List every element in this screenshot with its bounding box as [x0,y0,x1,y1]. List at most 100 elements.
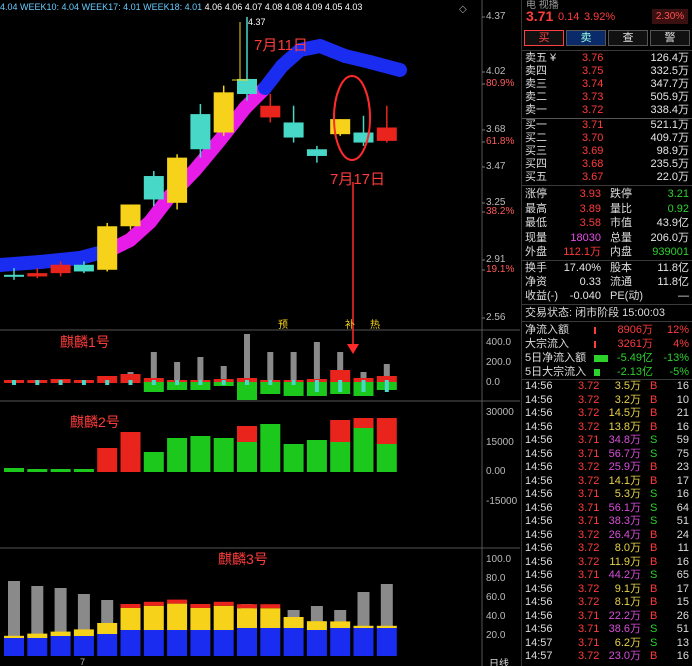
tick-row[interactable]: 14:56 3.72 3.2万 B 10 [522,394,692,407]
ask-row[interactable]: 卖二 3.73 505.9万 [522,91,692,104]
panel3-blue-bar [27,638,48,656]
tick-row[interactable]: 14:56 3.72 9.1万 B 17 [522,583,692,596]
bid-row[interactable]: 买一 3.71 521.1万 [522,119,692,132]
tick-row[interactable]: 14:56 3.71 56.7万 S 75 [522,448,692,461]
panel2-green-bar [27,469,48,472]
tick-volume: 25.9万 [608,461,641,473]
settings-icon[interactable]: ◇ [459,4,467,15]
panel2-axis-label: 0.00 [486,466,506,477]
tick-count: 16 [676,650,689,662]
flow-row: 5日大宗流入 -2.13亿 -5% [522,365,692,380]
tick-count: 65 [676,569,689,581]
panel3-blue-bar [306,630,327,656]
tick-volume: 13.8万 [608,420,641,433]
tick-volume: 38.6万 [608,623,641,635]
bid-row[interactable]: 买二 3.70 409.7万 [522,132,692,145]
tick-row[interactable]: 14:56 3.72 14.1万 B 17 [522,475,692,488]
ask-price: 3.74 [582,78,604,90]
tick-price: 3.72 [578,407,600,419]
panel3-blue-bar [190,630,211,656]
tick-side: S [650,636,658,649]
stat-label: 收益(-) [525,290,558,302]
ask-volume: 347.7万 [650,78,689,90]
panel2-red-bar [237,426,257,442]
tick-row[interactable]: 14:56 3.71 38.3万 S 51 [522,515,692,528]
ask-label: 卖四 [525,65,547,77]
tick-count: 23 [676,461,689,473]
tick-time: 14:56 [525,542,553,554]
ma-legend-item: WEEK10: 4.04 [20,2,82,12]
stats-row: 外盘 112.1万 内盘 939001 [522,245,692,260]
tick-row[interactable]: 14:56 3.72 13.8万 B 16 [522,421,692,434]
tick-volume: 44.2万 [608,569,641,581]
tick-row[interactable]: 14:56 3.71 5.3万 S 16 [522,488,692,501]
tick-row[interactable]: 14:56 3.72 8.1万 B 15 [522,596,692,609]
tick-row[interactable]: 14:56 3.72 26.4万 B 24 [522,529,692,542]
tick-row[interactable]: 14:57 3.72 23.0万 B 16 [522,650,692,663]
bid-price: 3.67 [582,171,604,183]
tick-count: 64 [676,501,689,514]
flow-label: 5日净流入额 [525,352,587,364]
tick-row[interactable]: 14:56 3.71 56.1万 S 64 [522,502,692,515]
tick-row[interactable]: 14:56 3.71 44.2万 S 65 [522,569,692,582]
marker-pre[interactable]: 预 [278,316,288,331]
bid-row[interactable]: 买三 3.69 98.9万 [522,145,692,158]
tick-row[interactable]: 14:56 3.71 38.6万 S 51 [522,623,692,636]
tick-time: 14:56 [525,501,553,514]
period-label[interactable]: 日线 [489,655,509,666]
panel1-cyan-mark [128,380,133,385]
query-button[interactable]: 查 [608,30,648,46]
panel3-red-cap [260,604,281,609]
marker-hot[interactable]: 热 [370,316,380,331]
sell-button[interactable]: 卖 [566,30,606,46]
tick-price: 3.71 [578,501,600,514]
tick-volume: 23.0万 [608,650,641,662]
tick-row[interactable]: 14:56 3.72 8.0万 B 11 [522,542,692,555]
tick-side: B [650,474,658,487]
tick-row[interactable]: 14:56 3.72 25.9万 B 23 [522,461,692,474]
tick-row[interactable]: 14:57 3.71 6.2万 S 13 [522,637,692,650]
tick-row[interactable]: 14:56 3.72 11.9万 B 16 [522,556,692,569]
tick-side: S [650,515,658,527]
panel1-cyan-mark [221,380,226,385]
price-axis-label: 3.68 [486,124,506,135]
panel3-blue-bar [376,628,397,656]
ask-volume: 332.5万 [650,65,689,77]
buy-button[interactable]: 买 [524,30,564,46]
bid-row[interactable]: 买五 3.67 22.0万 [522,171,692,184]
panel2-green-bar [237,442,257,472]
tick-count: 16 [676,420,689,433]
flow-value: -5.49亿 [616,352,653,364]
alert-button[interactable]: 警 [650,30,690,46]
panel3-yellow-bar [237,608,257,628]
panel1-gray-bar [174,362,181,382]
tick-row[interactable]: 14:56 3.72 14.5万 B 21 [522,407,692,420]
price-axis-label: 61.8% [486,136,515,147]
tick-row[interactable]: 14:56 3.72 3.5万 B 16 [522,380,692,393]
stat-label: 净资 [525,276,547,288]
tick-price: 3.72 [578,380,600,392]
stat-label: 市值 [610,217,632,229]
marker-fill[interactable]: 补 [345,316,355,331]
tick-time: 14:56 [525,407,553,419]
bid-row[interactable]: 买四 3.68 235.5万 [522,158,692,171]
ask-row[interactable]: 卖三 3.74 347.7万 [522,78,692,91]
tick-row[interactable]: 14:56 3.71 34.8万 S 59 [522,434,692,447]
stat-value: 3.89 [579,202,601,215]
candle-body [97,226,118,270]
tick-side: B [650,528,658,541]
tick-side: S [650,623,658,635]
panel2-green-bar [306,440,327,472]
ask-row[interactable]: 卖四 3.75 332.5万 [522,65,692,78]
chart-area[interactable]: 4.04 WEEK10: 4.04 WEEK17: 4.01 WEEK18: 4… [0,0,520,666]
tick-price: 3.71 [578,623,600,635]
ask-row[interactable]: 卖五 ¥ 3.76 126.4万 [522,52,692,65]
stat-value: 3.58 [579,217,601,229]
ask-row[interactable]: 卖一 3.72 338.4万 [522,104,692,117]
ma-legend-item: 4.08 [284,2,305,12]
panel2-axis-label: 30000 [486,407,514,418]
panel3-red-cap [190,604,211,608]
panel3-yellow-bar [353,625,374,628]
stat-value: 11.8亿 [657,276,689,288]
tick-row[interactable]: 14:56 3.71 22.2万 B 26 [522,610,692,623]
